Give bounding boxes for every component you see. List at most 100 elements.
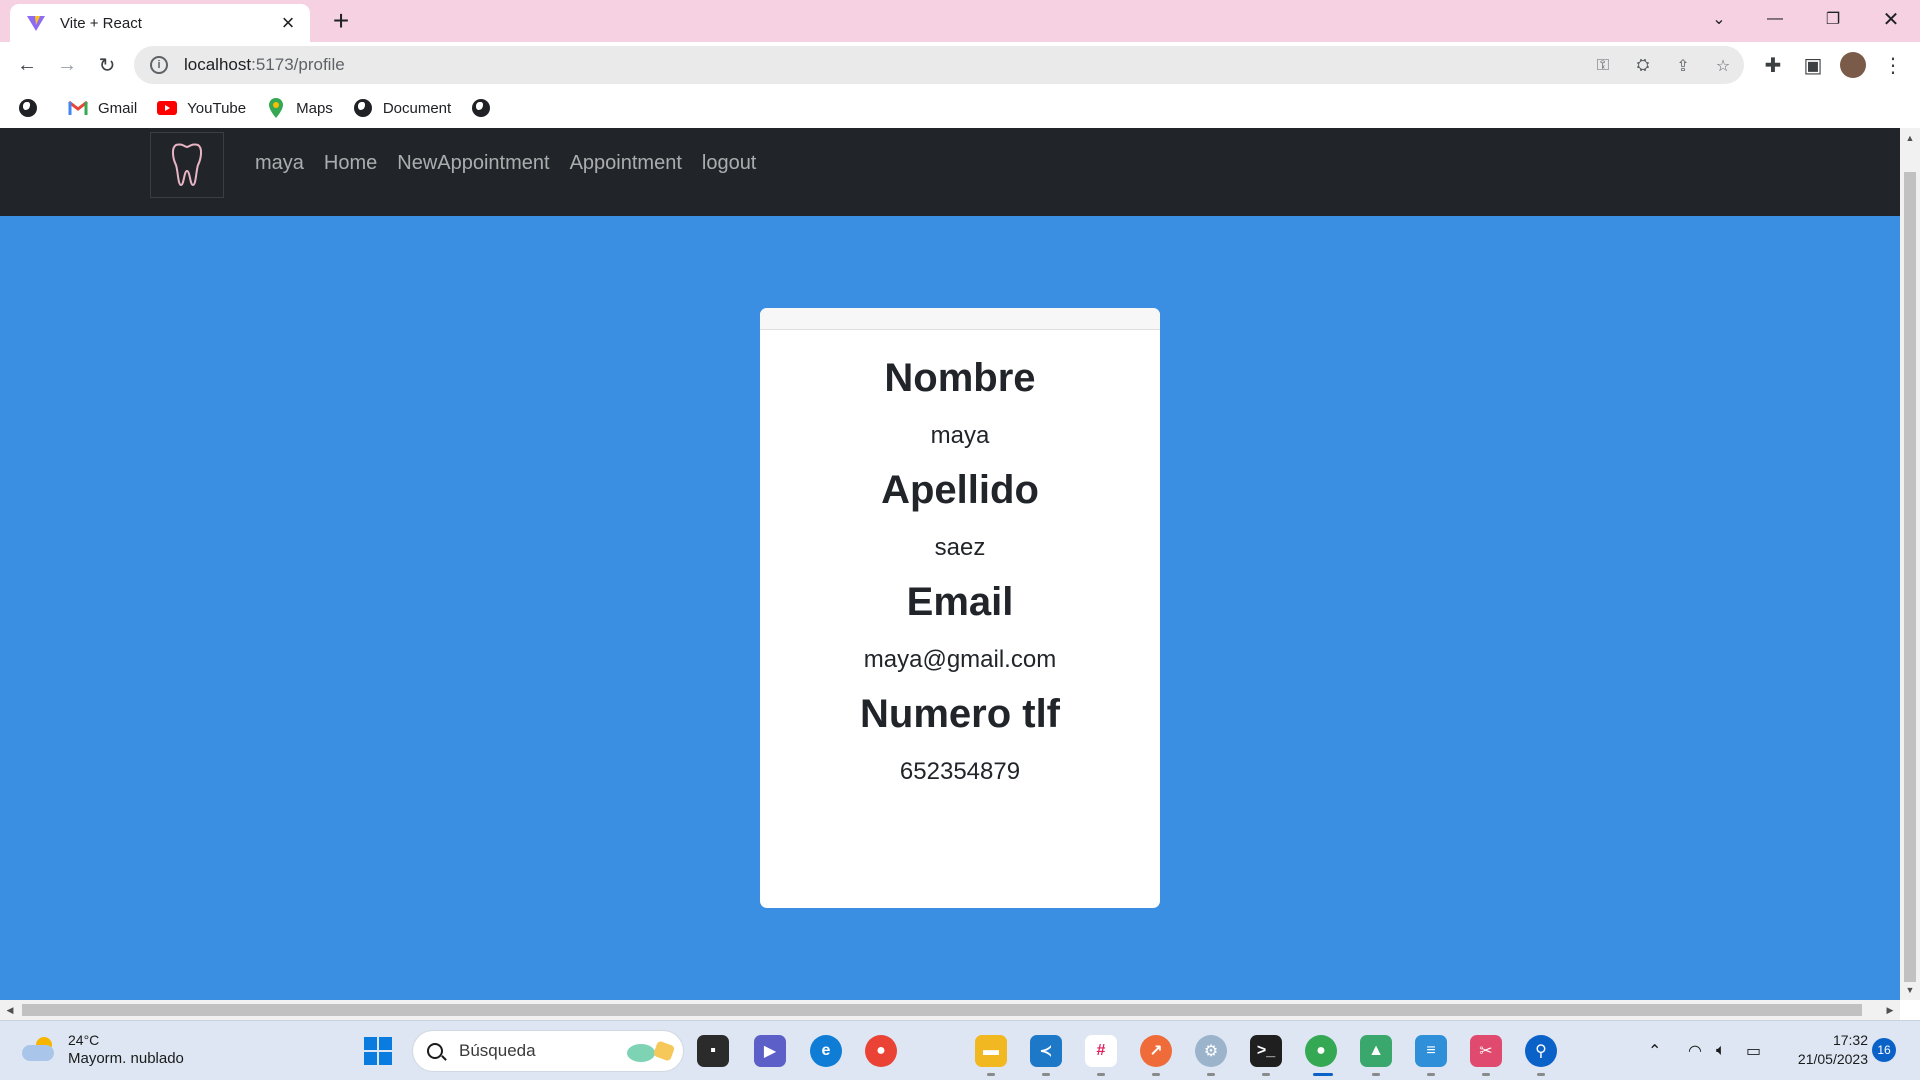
forward-arrow-icon[interactable]: → <box>52 50 82 80</box>
browser-tab[interactable]: Vite + React × <box>10 4 310 42</box>
page-viewport: maya Home NewAppointment Appointment log… <box>0 128 1900 1000</box>
extensions-icon[interactable]: ✚ <box>1758 50 1788 80</box>
windows-start-icon[interactable] <box>364 1037 392 1065</box>
bookmark-star-icon[interactable]: ☆ <box>1712 55 1734 77</box>
terminal-icon[interactable]: >_ <box>1250 1035 1282 1067</box>
nav-link-appointment[interactable]: Appointment <box>570 152 682 175</box>
chrome-icon[interactable]: ● <box>865 1035 897 1067</box>
nav-links: maya Home NewAppointment Appointment log… <box>255 128 776 198</box>
bookmark-label: Gmail <box>98 99 138 117</box>
running-indicator <box>1372 1073 1380 1076</box>
bookmark-globe-2[interactable] <box>471 98 501 118</box>
scroll-right-icon[interactable]: ▶ <box>1880 1000 1900 1020</box>
url-path: :5173/profile <box>251 55 345 74</box>
side-panel-icon[interactable]: ▣ <box>1798 50 1828 80</box>
bookmark-label: Document <box>382 99 452 117</box>
url-host: localhost <box>184 55 252 74</box>
bookmark-globe[interactable] <box>18 98 48 118</box>
running-indicator <box>1262 1073 1270 1076</box>
weather-widget[interactable]: 24°C Mayorm. nublado <box>22 1031 184 1069</box>
file-explorer-icon[interactable]: ▬ <box>975 1035 1007 1067</box>
clock-date: 21/05/2023 <box>1797 1051 1868 1067</box>
location-pin-icon[interactable]: ⚲ <box>1525 1035 1557 1067</box>
globe-icon <box>471 98 491 118</box>
vertical-scrollbar[interactable]: ▲ ▼ <box>1900 128 1920 1000</box>
chrome-active-icon[interactable]: ● <box>1305 1035 1337 1067</box>
running-indicator <box>1097 1073 1105 1076</box>
running-indicator <box>1427 1073 1435 1076</box>
search-icon <box>427 1043 443 1059</box>
tooth-logo-icon[interactable] <box>150 132 224 198</box>
bookmark-label: YouTube <box>187 99 247 117</box>
slack-icon[interactable]: # <box>1085 1035 1117 1067</box>
vscode-icon[interactable]: ≺ <box>1030 1035 1062 1067</box>
reload-icon[interactable]: ↻ <box>92 50 122 80</box>
search-label: Búsqueda <box>459 1041 536 1060</box>
vertical-scroll-thumb[interactable] <box>1904 172 1916 982</box>
running-indicator <box>1152 1073 1160 1076</box>
globe-icon <box>353 98 373 118</box>
vite-logo-icon <box>26 13 46 33</box>
partly-cloudy-icon <box>22 1037 56 1063</box>
tab-close-icon[interactable]: × <box>276 12 300 34</box>
bookmark-maps[interactable]: Maps <box>266 98 333 118</box>
site-info-icon[interactable]: i <box>150 56 168 74</box>
taskbar-search[interactable]: Búsqueda <box>412 1030 684 1072</box>
key-icon[interactable]: ⚿ <box>1592 55 1614 77</box>
horizontal-scroll-thumb[interactable] <box>22 1004 1862 1016</box>
horizontal-scrollbar[interactable]: ◀ ▶ <box>0 1000 1900 1020</box>
close-window-button[interactable]: ✕ <box>1862 0 1920 38</box>
youtube-icon <box>157 98 178 118</box>
nav-link-logout[interactable]: logout <box>702 152 757 175</box>
active-indicator <box>1313 1073 1333 1076</box>
tab-search-icon[interactable]: ⌄ <box>1690 0 1748 38</box>
bookmark-gmail[interactable]: Gmail <box>68 98 137 118</box>
running-indicator <box>1042 1073 1050 1076</box>
phone-label: Numero tlf <box>860 692 1060 736</box>
teams-icon[interactable]: ▶ <box>754 1035 786 1067</box>
gmail-icon <box>68 98 88 118</box>
settings-gear-icon[interactable]: ⚙ <box>1195 1035 1227 1067</box>
battery-icon[interactable]: ▭ <box>1746 1021 1761 1080</box>
bookmark-youtube[interactable]: YouTube <box>157 98 246 118</box>
bookmarks-bar: Gmail YouTube Maps Document <box>0 88 1920 128</box>
scroll-up-icon[interactable]: ▲ <box>1900 128 1920 148</box>
menu-kebab-icon[interactable]: ⋮ <box>1878 50 1908 80</box>
system-clock[interactable]: 17:32 21/05/2023 <box>1778 1031 1868 1069</box>
weather-condition: Mayorm. nublado <box>68 1050 184 1067</box>
email-value: maya@gmail.com <box>863 646 1057 673</box>
wifi-icon[interactable]: ◠ <box>1688 1021 1702 1080</box>
notepad-icon[interactable]: ≡ <box>1415 1035 1447 1067</box>
nav-link-home[interactable]: Home <box>324 152 377 175</box>
share-icon[interactable]: ⇪ <box>1672 55 1694 77</box>
address-bar[interactable]: i localhost:5173/profile ⚿ ⛭ ⇪ ☆ <box>134 46 1744 84</box>
translate-icon[interactable]: ⛭ <box>1632 55 1654 77</box>
windows-taskbar: 24°C Mayorm. nublado Búsqueda ▪ ▶ e ● ▬ … <box>0 1020 1920 1080</box>
mongodb-compass-icon[interactable]: ▲ <box>1360 1035 1392 1067</box>
scroll-down-icon[interactable]: ▼ <box>1900 980 1920 1000</box>
nav-link-user[interactable]: maya <box>255 152 304 175</box>
back-arrow-icon[interactable]: ← <box>12 50 42 80</box>
browser-toolbar: ← → ↻ i localhost:5173/profile ⚿ ⛭ ⇪ ☆ ✚… <box>0 42 1920 88</box>
bookmark-document[interactable]: Document <box>353 98 451 118</box>
scroll-left-icon[interactable]: ◀ <box>0 1000 20 1020</box>
snipping-tool-icon[interactable]: ✂ <box>1470 1035 1502 1067</box>
surname-label: Apellido <box>881 468 1039 512</box>
restore-button[interactable]: ❐ <box>1804 0 1862 38</box>
tab-strip: Vite + React × + ⌄ — ❐ ✕ <box>0 0 1920 42</box>
app-navbar: maya Home NewAppointment Appointment log… <box>0 128 1900 216</box>
card-header <box>760 308 1160 330</box>
profile-avatar[interactable] <box>1838 50 1868 80</box>
task-view-icon[interactable]: ▪ <box>697 1035 729 1067</box>
volume-icon[interactable]: 🔈︎ <box>1716 1021 1726 1080</box>
minimize-button[interactable]: — <box>1746 0 1804 38</box>
edge-icon[interactable]: e <box>810 1035 842 1067</box>
notification-badge[interactable]: 16 <box>1872 1038 1896 1062</box>
new-tab-button[interactable]: + <box>324 6 358 38</box>
bookmark-label: Maps <box>296 99 333 117</box>
nav-link-new-appointment[interactable]: NewAppointment <box>397 152 549 175</box>
url-text[interactable]: localhost:5173/profile <box>184 55 345 75</box>
globe-icon <box>18 98 38 118</box>
postman-icon[interactable]: ↗ <box>1140 1035 1172 1067</box>
tray-chevron-icon[interactable]: ⌃ <box>1648 1021 1661 1080</box>
